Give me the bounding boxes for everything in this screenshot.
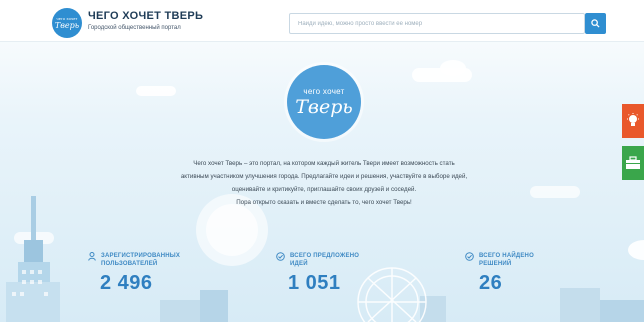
intro-line: оценивайте и критикуйте, приглашайте сво…	[231, 186, 417, 193]
side-solutions-button[interactable]	[622, 146, 644, 180]
search-icon	[591, 19, 600, 28]
stat-ideas-proposed: ВСЕГО ПРЕДЛОЖЕНО ИДЕЙ 1 051	[276, 252, 359, 295]
search-input[interactable]	[290, 14, 584, 33]
stat-label: ВСЕГО ПРЕДЛОЖЕНО	[290, 253, 360, 259]
logo-badge[interactable]: чего хочет Тверь	[52, 8, 82, 38]
intro-line: Пора открыто сказать и вместе сделать то…	[236, 199, 412, 206]
intro-text: Чего хочет Тверь – это портал, на которо…	[140, 157, 508, 209]
page: чего хочет Тверь ЧЕГО ХОЧЕТ ТВЕРЬ Городс…	[0, 0, 644, 322]
stat-value: 26	[479, 272, 503, 294]
intro-line: активным участником улучшения города. Пр…	[180, 173, 468, 180]
search-box	[289, 13, 585, 34]
hero-logo: чего хочет Тверь	[287, 65, 361, 139]
user-icon	[88, 252, 96, 261]
site-title[interactable]: ЧЕГО ХОЧЕТ ТВЕРЬ	[88, 10, 203, 22]
check-circle-icon	[465, 252, 474, 261]
stat-value: 1 051	[288, 272, 341, 294]
stat-label: ИДЕЙ	[290, 261, 308, 267]
stat-label: ЗАРЕГИСТРИРОВАННЫХ	[101, 253, 181, 259]
stat-solutions-found: ВСЕГО НАЙДЕНО РЕШЕНИЙ 26	[465, 252, 534, 295]
stat-label: ПОЛЬЗОВАТЕЛЕЙ	[101, 261, 158, 267]
intro-line: Чего хочет Тверь – это портал, на которо…	[193, 160, 455, 167]
stat-registered-users: ЗАРЕГИСТРИРОВАННЫХ ПОЛЬЗОВАТЕЛЕЙ 2 496	[88, 252, 180, 295]
site-header: чего хочет Тверь ЧЕГО ХОЧЕТ ТВЕРЬ Городс…	[0, 0, 644, 42]
search-button[interactable]	[585, 13, 606, 34]
hero-script-text: Тверь	[295, 96, 353, 118]
check-circle-icon	[276, 252, 285, 261]
logo-script-text: Тверь	[54, 21, 80, 30]
site-subtitle: Городской общественный портал	[88, 25, 181, 31]
stat-label: ВСЕГО НАЙДЕНО	[479, 253, 534, 259]
briefcase-icon	[626, 156, 640, 169]
hero-small-text: чего хочет	[303, 87, 345, 96]
side-idea-button[interactable]	[622, 104, 644, 138]
stat-label: РЕШЕНИЙ	[479, 261, 512, 267]
stat-value: 2 496	[100, 272, 153, 294]
lightbulb-icon	[627, 113, 639, 126]
